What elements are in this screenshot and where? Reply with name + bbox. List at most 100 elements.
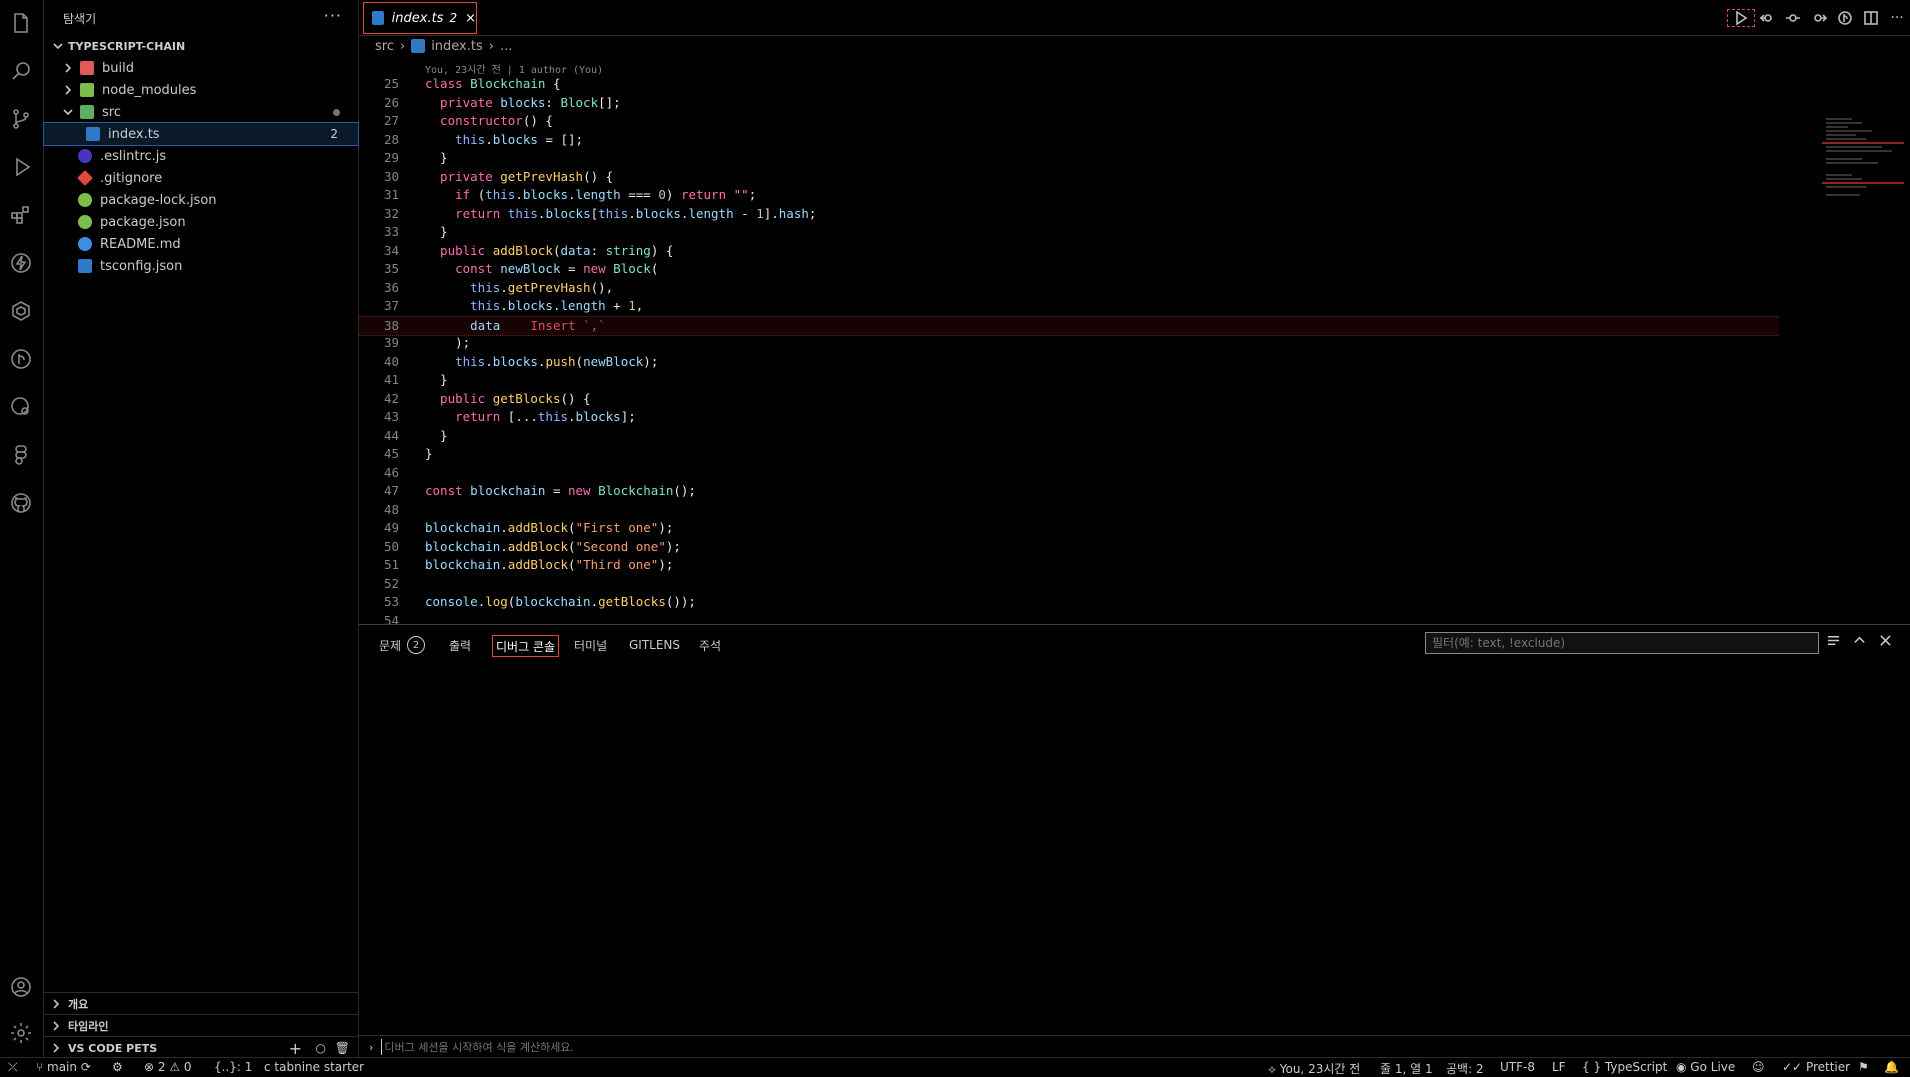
code-line[interactable]: 26 private blocks: Block[];: [359, 94, 1779, 112]
code-line[interactable]: 43 return [...this.blocks];: [359, 408, 1779, 426]
encoding-status[interactable]: UTF-8: [1500, 1060, 1535, 1074]
code-line[interactable]: 47 const blockchain = new Blockchain();: [359, 482, 1779, 500]
thunder-client-icon[interactable]: [6, 248, 36, 278]
code-line[interactable]: 34 public addBlock(data: string) {: [359, 242, 1779, 260]
run-icon[interactable]: [1727, 8, 1755, 27]
close-icon[interactable]: ×: [465, 11, 476, 26]
figma-icon[interactable]: [6, 440, 36, 470]
blame-status[interactable]: ⟡ You, 23시간 전: [1268, 1060, 1360, 1077]
prettier-status[interactable]: ✓✓ Prettier: [1782, 1060, 1850, 1074]
word-wrap-icon[interactable]: [1820, 633, 1846, 648]
code-line[interactable]: 52: [359, 575, 1779, 593]
breadcrumb-symbol[interactable]: ...: [500, 39, 512, 54]
code-line[interactable]: 48: [359, 501, 1779, 519]
debug-console-input[interactable]: › 디버그 세션을 시작하여 식을 계산하세요.: [359, 1035, 1910, 1058]
extensions-icon[interactable]: [6, 200, 36, 230]
open-changes-icon[interactable]: [1754, 10, 1780, 26]
debug-status-icon[interactable]: ⚙: [112, 1060, 123, 1074]
tab-output[interactable]: 출력: [449, 635, 471, 655]
run-debug-icon[interactable]: [6, 152, 36, 182]
vscode-pets-section[interactable]: VS CODE PETS + ○ 🗑: [44, 1036, 358, 1059]
breadcrumb-folder[interactable]: src: [375, 39, 394, 54]
code-line[interactable]: 36 this.getPrevHash(),: [359, 279, 1779, 297]
settings-gear-icon[interactable]: [6, 1018, 36, 1048]
split-editor-icon[interactable]: [1858, 10, 1884, 26]
more-actions-icon[interactable]: ···: [1884, 10, 1910, 26]
project-root[interactable]: TYPESCRIPT-CHAIN: [44, 35, 358, 57]
tree-item-tsconfig[interactable]: tsconfig.json: [44, 255, 358, 277]
tabnine-status[interactable]: c tabnine starter: [264, 1060, 364, 1074]
maximize-panel-icon[interactable]: [1846, 633, 1872, 648]
tree-item-build[interactable]: build: [44, 57, 358, 79]
tab-problems[interactable]: 문제 2: [379, 635, 426, 655]
explorer-icon[interactable]: [6, 8, 36, 38]
feedback-icon[interactable]: ☺: [1752, 1060, 1765, 1074]
minimap[interactable]: [1822, 115, 1904, 235]
tree-item-gitignore[interactable]: .gitignore: [44, 167, 358, 189]
filter-input[interactable]: [1425, 632, 1819, 654]
code-line[interactable]: 27 constructor() {: [359, 112, 1779, 130]
next-revision-icon[interactable]: [1806, 10, 1832, 26]
code-line[interactable]: 42 public getBlocks() {: [359, 390, 1779, 408]
tree-item-readme[interactable]: README.md: [44, 233, 358, 255]
code-line[interactable]: 46: [359, 464, 1779, 482]
codelens-blame[interactable]: You, 23시간 전 | 1 author (You): [425, 61, 603, 76]
code-line[interactable]: 41 }: [359, 371, 1779, 389]
branch-status[interactable]: ⑂ main ⟳: [36, 1060, 91, 1074]
tab-index-ts[interactable]: index.ts 2 ×: [363, 2, 477, 34]
eol-status[interactable]: LF: [1552, 1060, 1566, 1074]
cursor-position[interactable]: 줄 1, 열 1: [1380, 1060, 1433, 1077]
gitlens-toggle-icon[interactable]: [1832, 10, 1858, 26]
code-line[interactable]: 29 }: [359, 149, 1779, 167]
code-line[interactable]: 50 blockchain.addBlock("Second one");: [359, 538, 1779, 556]
code-line[interactable]: 25 class Blockchain {: [359, 75, 1779, 93]
tree-item-node-modules[interactable]: node_modules: [44, 79, 358, 101]
tree-item-src[interactable]: src: [44, 101, 358, 123]
tree-item-package-json[interactable]: package.json: [44, 211, 358, 233]
tree-item-eslintrc[interactable]: .eslintrc.js: [44, 145, 358, 167]
tab-debug-console[interactable]: 디버그 콘솔: [492, 635, 560, 657]
more-actions-icon[interactable]: ···: [324, 6, 342, 25]
code-line[interactable]: 31 if (this.blocks.length === 0) return …: [359, 186, 1779, 204]
code-line[interactable]: 33 }: [359, 223, 1779, 241]
code-line[interactable]: 53 console.log(blockchain.getBlocks());: [359, 593, 1779, 611]
code-line[interactable]: 30 private getPrevHash() {: [359, 168, 1779, 186]
code-line[interactable]: 38 data Insert `,`: [359, 315, 1779, 336]
notifications-bell-icon[interactable]: 🔔: [1884, 1060, 1899, 1074]
add-pet-icon[interactable]: +: [289, 1039, 302, 1058]
tab-terminal[interactable]: 터미널: [574, 635, 607, 655]
account-feedback-icon[interactable]: ⚑: [1858, 1060, 1869, 1074]
timeline-section[interactable]: 타임라인: [44, 1014, 358, 1037]
code-line[interactable]: 37 this.blocks.length + 1,: [359, 297, 1779, 315]
indentation-status[interactable]: 공백: 2: [1446, 1060, 1484, 1077]
pet-ball-icon[interactable]: ○: [316, 1041, 326, 1055]
code-line[interactable]: 40 this.blocks.push(newBlock);: [359, 353, 1779, 371]
outline-section[interactable]: 개요: [44, 992, 358, 1015]
github-icon[interactable]: [6, 488, 36, 518]
code-line[interactable]: 28 this.blocks = [];: [359, 131, 1779, 149]
code-line[interactable]: 32 return this.blocks[this.blocks.length…: [359, 205, 1779, 223]
gitlens-icon[interactable]: [6, 344, 36, 374]
previous-revision-icon[interactable]: [1780, 10, 1806, 26]
code-line[interactable]: 49 blockchain.addBlock("First one");: [359, 519, 1779, 537]
language-status[interactable]: { } TypeScript: [1582, 1060, 1667, 1074]
code-line[interactable]: 39 );: [359, 334, 1779, 352]
tree-item-index-ts[interactable]: index.ts 2: [43, 122, 359, 146]
tab-comments[interactable]: 주석: [699, 635, 721, 655]
go-live-status[interactable]: ◉ Go Live: [1676, 1060, 1735, 1074]
gitlens-inspect-icon[interactable]: [6, 392, 36, 422]
account-icon[interactable]: [6, 972, 36, 1002]
code-line[interactable]: 35 const newBlock = new Block(: [359, 260, 1779, 278]
search-icon[interactable]: [6, 56, 36, 86]
tab-gitlens[interactable]: GITLENS: [629, 635, 680, 655]
remote-icon[interactable]: ⤫: [8, 1060, 18, 1075]
code-editor[interactable]: You, 23시간 전 | 1 author (You) 25 class Blo…: [359, 57, 1910, 628]
code-line[interactable]: 51 blockchain.addBlock("Third one");: [359, 556, 1779, 574]
close-panel-icon[interactable]: [1872, 633, 1898, 648]
tree-item-package-lock[interactable]: package-lock.json: [44, 189, 358, 211]
trash-icon[interactable]: 🗑: [335, 1041, 350, 1055]
breadcrumb-file[interactable]: index.ts: [431, 39, 483, 54]
problems-status[interactable]: ⊗ 2 ⚠ 0: [144, 1060, 192, 1074]
json-status[interactable]: {..}: 1: [214, 1060, 252, 1074]
code-line[interactable]: 45}: [359, 445, 1779, 463]
